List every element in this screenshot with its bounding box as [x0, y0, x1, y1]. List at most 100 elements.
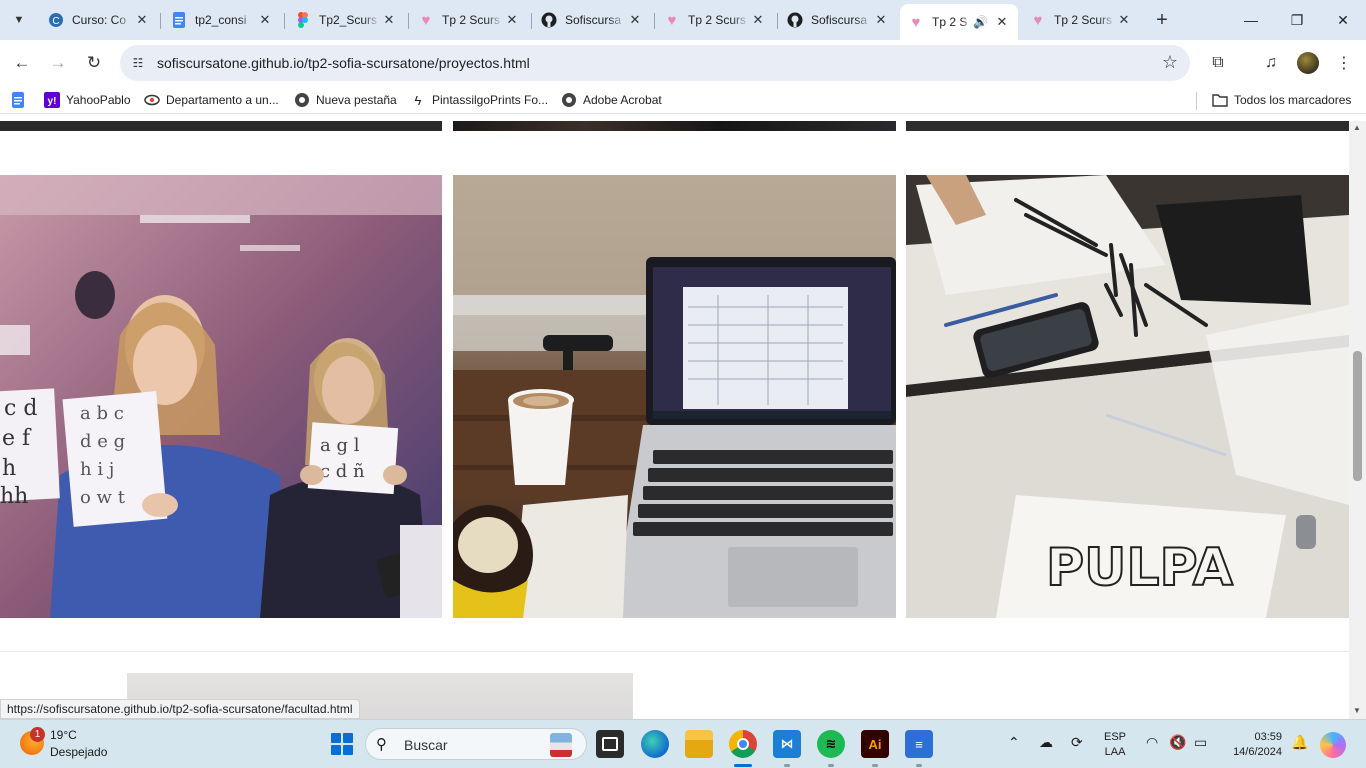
pulpa-text: PULPA: [1046, 538, 1233, 598]
tab-course[interactable]: C Curso: Co ✕: [40, 6, 158, 34]
task-view-icon[interactable]: [596, 730, 624, 758]
svg-text:c d: c d: [4, 396, 37, 421]
tab-divider: [654, 13, 655, 29]
scrollbar-thumb[interactable]: [1353, 351, 1362, 481]
tab-project-active[interactable]: ♥ Tp 2 S 🔊 ✕: [900, 4, 1018, 40]
clock-time: 03:59: [1254, 731, 1282, 743]
close-icon[interactable]: ✕: [381, 12, 397, 28]
figma-icon: [295, 12, 311, 28]
tab-search-button[interactable]: ▼: [6, 8, 32, 32]
tab-project-2[interactable]: ♥ Tp 2 Scurs ✕: [656, 6, 774, 34]
bookmark-departamento[interactable]: Departamento a un...: [144, 92, 279, 108]
close-icon[interactable]: ✕: [257, 12, 273, 28]
chrome-icon[interactable]: [729, 730, 757, 758]
speaker-icon[interactable]: 🔊: [973, 15, 988, 29]
app-indicator: [784, 764, 790, 767]
restore-button[interactable]: ❐: [1274, 0, 1320, 40]
close-icon[interactable]: ✕: [873, 12, 889, 28]
sync-icon[interactable]: ⟳: [1071, 734, 1083, 751]
tab-title: Tp2_Scurs: [319, 13, 378, 27]
tab-divider: [531, 13, 532, 29]
spotify-icon[interactable]: ≋: [817, 730, 845, 758]
photo-students-alphabet[interactable]: c d e f h hh a b c d e g h i j o w t a g…: [0, 175, 442, 618]
svg-text:o w t: o w t: [80, 487, 126, 508]
photo-previous-row[interactable]: [0, 121, 442, 131]
onedrive-icon[interactable]: ☁: [1039, 734, 1053, 751]
tab-title: Tp 2 Scurs: [688, 13, 747, 27]
copilot-icon[interactable]: [1320, 732, 1346, 758]
taskbar-search[interactable]: ⚲ Buscar: [365, 728, 587, 760]
media-controls-icon[interactable]: ♫: [1258, 50, 1284, 76]
course-icon: C: [48, 12, 64, 28]
file-explorer-icon[interactable]: [685, 730, 713, 758]
bookmark-star-icon[interactable]: ☆: [1162, 52, 1178, 73]
close-icon[interactable]: ✕: [1116, 12, 1132, 28]
bookmark-yahoo[interactable]: y! YahooPablo: [44, 92, 131, 108]
close-window-button[interactable]: ✕: [1320, 0, 1366, 40]
svg-text:C: C: [52, 16, 59, 27]
bookmark-label: Departamento a un...: [166, 93, 279, 107]
photo-laptop-coffee[interactable]: hp: [453, 175, 896, 618]
volume-muted-icon[interactable]: 🔇: [1169, 734, 1186, 751]
edge-icon[interactable]: [641, 730, 669, 758]
photo-previous-row[interactable]: [906, 121, 1349, 131]
close-icon[interactable]: ✕: [134, 12, 150, 28]
section-divider: [0, 651, 1349, 652]
notification-bell-icon[interactable]: 🔔: [1291, 734, 1308, 751]
eye-icon: [144, 92, 160, 108]
back-button[interactable]: ←: [7, 48, 37, 78]
address-bar[interactable]: ☷ sofiscursatone.github.io/tp2-sofia-scu…: [120, 45, 1190, 81]
close-icon[interactable]: ✕: [504, 12, 520, 28]
forward-button[interactable]: →: [43, 48, 73, 78]
notepad-icon[interactable]: ≡: [905, 730, 933, 758]
chevron-up-icon[interactable]: ⌃: [1008, 734, 1020, 751]
start-button[interactable]: [331, 733, 353, 755]
weather-condition[interactable]: Despejado: [50, 745, 107, 759]
search-placeholder: Buscar: [404, 737, 448, 753]
close-icon[interactable]: ✕: [627, 12, 643, 28]
new-tab-button[interactable]: +: [1150, 8, 1174, 32]
tab-docs[interactable]: tp2_consi ✕: [163, 6, 281, 34]
tab-figma[interactable]: Tp2_Scurs ✕: [287, 6, 405, 34]
bookmark-docs[interactable]: [10, 92, 32, 108]
page-scrollbar[interactable]: ▲ ▼: [1349, 121, 1366, 719]
reload-button[interactable]: ↻: [79, 48, 109, 78]
scroll-down-icon[interactable]: ▼: [1353, 706, 1361, 715]
url-text[interactable]: sofiscursatone.github.io/tp2-sofia-scurs…: [157, 55, 530, 71]
wifi-icon[interactable]: ◠: [1146, 734, 1158, 751]
tab-project-3[interactable]: ♥ Tp 2 Scurs ✕: [1022, 6, 1140, 34]
bookmark-adobe-acrobat[interactable]: Adobe Acrobat: [561, 92, 662, 108]
system-clock[interactable]: 03:59 14/6/2024: [1224, 730, 1282, 760]
bookmark-pintassilgo[interactable]: ϟ PintassilgoPrints Fo...: [410, 92, 549, 108]
site-info-icon[interactable]: ☷: [128, 53, 148, 73]
weather-temperature[interactable]: 19°C: [50, 728, 77, 742]
tab-project-1[interactable]: ♥ Tp 2 Scurs ✕: [410, 6, 528, 34]
windows-taskbar: 1 19°C Despejado ⚲ Buscar ⋈ ≋ Ai ≡ ⌃ ☁ ⟳…: [0, 719, 1366, 768]
tab-github-1[interactable]: Sofiscursa ✕: [533, 6, 651, 34]
battery-icon[interactable]: ▭: [1194, 734, 1207, 751]
vscode-icon[interactable]: ⋈: [773, 730, 801, 758]
scroll-up-icon[interactable]: ▲: [1353, 123, 1361, 132]
bookmark-nueva-pestana[interactable]: Nueva pestaña: [294, 92, 397, 108]
heart-icon: ♥: [911, 13, 921, 31]
close-icon[interactable]: ✕: [994, 14, 1010, 30]
extensions-icon[interactable]: ⧉: [1205, 50, 1231, 76]
bookmarks-divider: [1196, 92, 1197, 110]
all-bookmarks[interactable]: Todos los marcadores: [1212, 92, 1351, 108]
photo-drawing-desk[interactable]: PULPA: [906, 175, 1349, 618]
illustrator-icon[interactable]: Ai: [861, 730, 889, 758]
avatar[interactable]: [1297, 52, 1319, 74]
language-indicator[interactable]: ESP LAA: [1104, 730, 1126, 760]
app-indicator: [916, 764, 922, 767]
bookmark-label: Nueva pestaña: [316, 93, 397, 107]
minimize-button[interactable]: —: [1228, 0, 1274, 40]
tab-github-2[interactable]: Sofiscursa ✕: [779, 6, 897, 34]
svg-text:c d ñ: c d ñ: [320, 461, 365, 482]
photo-previous-row[interactable]: [453, 121, 896, 131]
tab-title: Tp 2 S: [932, 15, 968, 29]
browser-toolbar: ← → ↻ ☷ sofiscursatone.github.io/tp2-sof…: [0, 40, 1366, 86]
search-highlight-icon: [550, 733, 572, 757]
bookmarks-bar: y! YahooPablo Departamento a un... Nueva…: [0, 86, 1366, 114]
menu-icon[interactable]: ⋮: [1331, 50, 1357, 76]
close-icon[interactable]: ✕: [750, 12, 766, 28]
